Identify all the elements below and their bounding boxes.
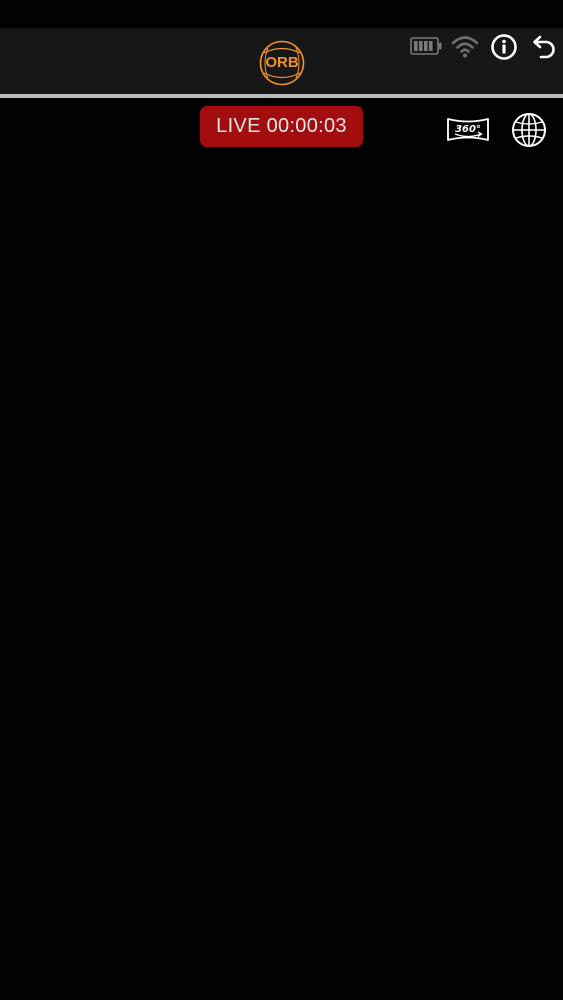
globe-view-button[interactable]	[511, 112, 547, 153]
live-recording-badge: LIVE 00:00:03	[200, 106, 363, 147]
app-screen: ORB LIVE 00:00:03 360°	[0, 0, 563, 1000]
camera-viewport[interactable]	[0, 98, 563, 1000]
360-view-icon: 360°	[447, 118, 489, 141]
back-arrow-icon	[533, 35, 555, 59]
svg-text:360°: 360°	[455, 124, 481, 135]
wifi-icon	[451, 33, 479, 64]
battery-icon	[410, 37, 442, 60]
globe-icon	[512, 113, 546, 147]
back-button[interactable]	[529, 33, 557, 66]
top-bar-divider	[0, 94, 563, 98]
orb-logo: ORB	[258, 40, 306, 86]
logo-text: ORB	[265, 54, 299, 71]
info-icon	[491, 34, 517, 60]
info-button[interactable]	[490, 33, 518, 66]
360-view-button[interactable]: 360°	[446, 113, 490, 150]
